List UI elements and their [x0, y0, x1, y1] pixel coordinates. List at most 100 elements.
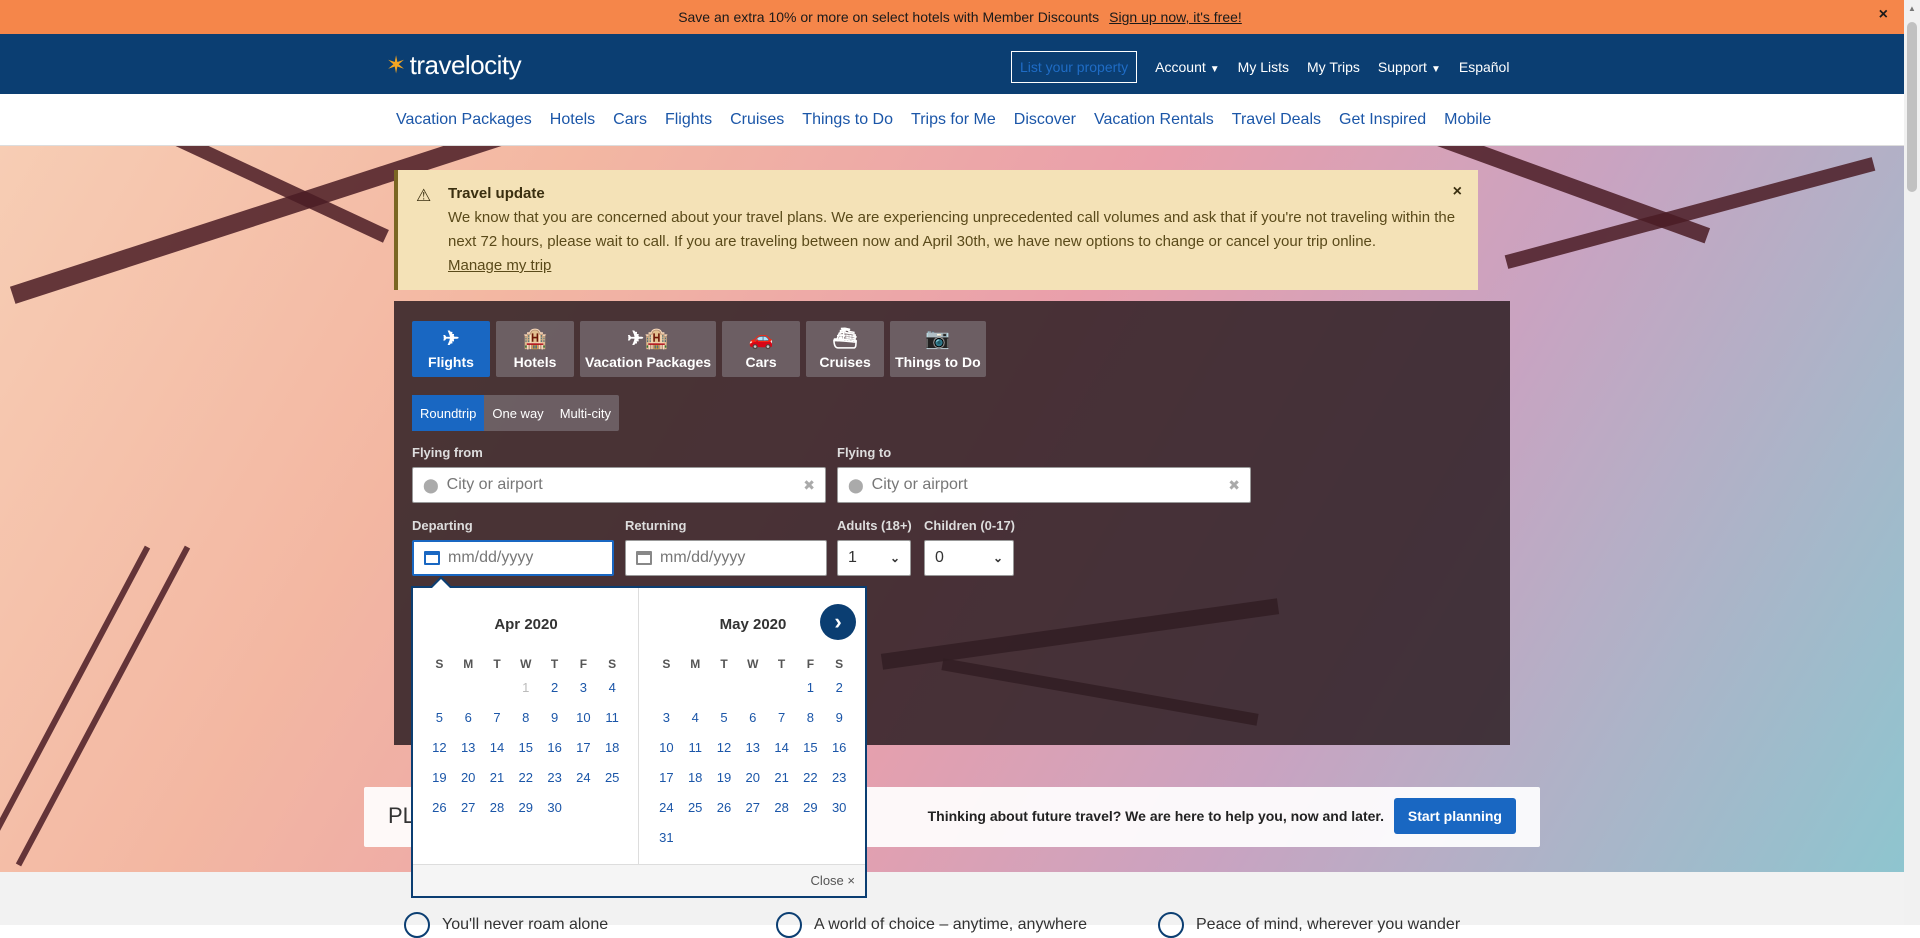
tab-hotels[interactable]: 🏨 Hotels	[496, 321, 574, 377]
nav-link-hotels[interactable]: Hotels	[550, 111, 595, 129]
calendar-day[interactable]: 16	[825, 740, 854, 770]
calendar-day[interactable]: 12	[425, 740, 454, 770]
calendar-day[interactable]: 8	[511, 710, 540, 740]
trip-type-roundtrip[interactable]: Roundtrip	[412, 395, 485, 431]
list-property-button[interactable]: List your property	[1011, 51, 1138, 83]
flying-from-input[interactable]: ⬤ City or airport ✖	[412, 467, 826, 503]
calendar-day[interactable]: 30	[825, 800, 854, 830]
nav-link-get-inspired[interactable]: Get Inspired	[1339, 111, 1426, 129]
support-menu[interactable]: Support ▼	[1378, 59, 1441, 75]
scrollbar-thumb[interactable]	[1907, 22, 1917, 192]
trip-type-one-way[interactable]: One way	[484, 395, 551, 431]
nav-link-mobile[interactable]: Mobile	[1444, 111, 1491, 129]
clear-icon[interactable]: ✖	[803, 477, 815, 494]
calendar-day[interactable]: 12	[710, 740, 739, 770]
calendar-day[interactable]: 16	[540, 740, 569, 770]
account-menu[interactable]: Account ▼	[1155, 59, 1220, 75]
promo-close-icon[interactable]: ×	[1879, 6, 1888, 24]
calendar-day[interactable]: 26	[425, 800, 454, 830]
nav-link-cars[interactable]: Cars	[613, 111, 647, 129]
calendar-day[interactable]: 18	[598, 740, 627, 770]
calendar-day[interactable]: 25	[598, 770, 627, 800]
calendar-day[interactable]: 6	[454, 710, 483, 740]
children-select[interactable]: 0 ⌄	[924, 540, 1014, 576]
tab-things-to-do[interactable]: 📷 Things to Do	[890, 321, 986, 377]
calendar-day[interactable]: 29	[796, 800, 825, 830]
calendar-day[interactable]: 23	[540, 770, 569, 800]
calendar-day[interactable]: 31	[652, 830, 681, 860]
nav-link-trips-for-me[interactable]: Trips for Me	[911, 111, 996, 129]
calendar-day[interactable]: 5	[425, 710, 454, 740]
calendar-day[interactable]: 19	[710, 770, 739, 800]
calendar-day[interactable]: 14	[767, 740, 796, 770]
calendar-day[interactable]: 11	[681, 740, 710, 770]
nav-link-things-to-do[interactable]: Things to Do	[802, 111, 893, 129]
calendar-day[interactable]: 18	[681, 770, 710, 800]
departing-input[interactable]: mm/dd/yyyy	[412, 540, 614, 576]
calendar-day[interactable]: 24	[652, 800, 681, 830]
calendar-day[interactable]: 2	[540, 680, 569, 710]
calendar-day[interactable]: 13	[738, 740, 767, 770]
nav-link-cruises[interactable]: Cruises	[730, 111, 784, 129]
travelocity-logo[interactable]: ✶ travelocity	[386, 50, 522, 81]
calendar-day[interactable]: 5	[710, 710, 739, 740]
language-link[interactable]: Español	[1459, 59, 1510, 75]
calendar-day[interactable]: 17	[569, 740, 598, 770]
scroll-up-icon[interactable]: ▲	[1908, 4, 1916, 13]
calendar-day[interactable]: 9	[540, 710, 569, 740]
calendar-day[interactable]: 14	[483, 740, 512, 770]
nav-link-discover[interactable]: Discover	[1014, 111, 1076, 129]
calendar-day[interactable]: 15	[511, 740, 540, 770]
calendar-day[interactable]: 8	[796, 710, 825, 740]
calendar-day[interactable]: 3	[652, 710, 681, 740]
calendar-day[interactable]: 24	[569, 770, 598, 800]
calendar-day[interactable]: 3	[569, 680, 598, 710]
calendar-day[interactable]: 26	[710, 800, 739, 830]
calendar-day[interactable]: 17	[652, 770, 681, 800]
calendar-day[interactable]: 13	[454, 740, 483, 770]
nav-link-vacation-rentals[interactable]: Vacation Rentals	[1094, 111, 1214, 129]
flying-to-input[interactable]: ⬤ City or airport ✖	[837, 467, 1251, 503]
calendar-day[interactable]: 10	[652, 740, 681, 770]
tab-cars[interactable]: 🚗 Cars	[722, 321, 801, 377]
calendar-day[interactable]: 22	[511, 770, 540, 800]
calendar-day[interactable]: 6	[738, 710, 767, 740]
alert-close-icon[interactable]: ×	[1453, 180, 1462, 204]
calendar-day[interactable]: 30	[540, 800, 569, 830]
my-trips-link[interactable]: My Trips	[1307, 59, 1360, 75]
promo-signup-link[interactable]: Sign up now, it's free!	[1109, 9, 1242, 25]
calendar-day[interactable]: 15	[796, 740, 825, 770]
calendar-day[interactable]: 9	[825, 710, 854, 740]
calendar-day[interactable]: 23	[825, 770, 854, 800]
calendar-day[interactable]: 1	[796, 680, 825, 710]
tab-cruises[interactable]: ⛴ Cruises	[806, 321, 885, 377]
calendar-day[interactable]: 22	[796, 770, 825, 800]
next-month-button[interactable]: ›	[820, 604, 856, 640]
calendar-day[interactable]: 4	[598, 680, 627, 710]
page-scrollbar[interactable]: ▲	[1904, 0, 1920, 925]
calendar-day[interactable]: 11	[598, 710, 627, 740]
calendar-day[interactable]: 25	[681, 800, 710, 830]
calendar-day[interactable]: 2	[825, 680, 854, 710]
calendar-day[interactable]: 27	[454, 800, 483, 830]
calendar-day[interactable]: 4	[681, 710, 710, 740]
calendar-day[interactable]: 20	[454, 770, 483, 800]
tab-vacation-packages[interactable]: ✈🏨 Vacation Packages	[580, 321, 717, 377]
my-lists-link[interactable]: My Lists	[1238, 59, 1289, 75]
calendar-day[interactable]: 29	[511, 800, 540, 830]
manage-trip-link[interactable]: Manage my trip	[448, 257, 551, 274]
nav-link-vacation-packages[interactable]: Vacation Packages	[396, 111, 532, 129]
calendar-day[interactable]: 7	[767, 710, 796, 740]
adults-select[interactable]: 1 ⌄	[837, 540, 911, 576]
calendar-day[interactable]: 21	[767, 770, 796, 800]
nav-link-travel-deals[interactable]: Travel Deals	[1232, 111, 1321, 129]
picker-close-button[interactable]: Close ×	[811, 873, 855, 888]
calendar-day[interactable]: 27	[738, 800, 767, 830]
calendar-day[interactable]: 21	[483, 770, 512, 800]
tab-flights[interactable]: ✈ Flights	[412, 321, 490, 377]
trip-type-multi-city[interactable]: Multi-city	[552, 395, 619, 431]
calendar-day[interactable]: 20	[738, 770, 767, 800]
calendar-day[interactable]: 28	[483, 800, 512, 830]
calendar-day[interactable]: 10	[569, 710, 598, 740]
start-planning-button[interactable]: Start planning	[1393, 798, 1516, 834]
